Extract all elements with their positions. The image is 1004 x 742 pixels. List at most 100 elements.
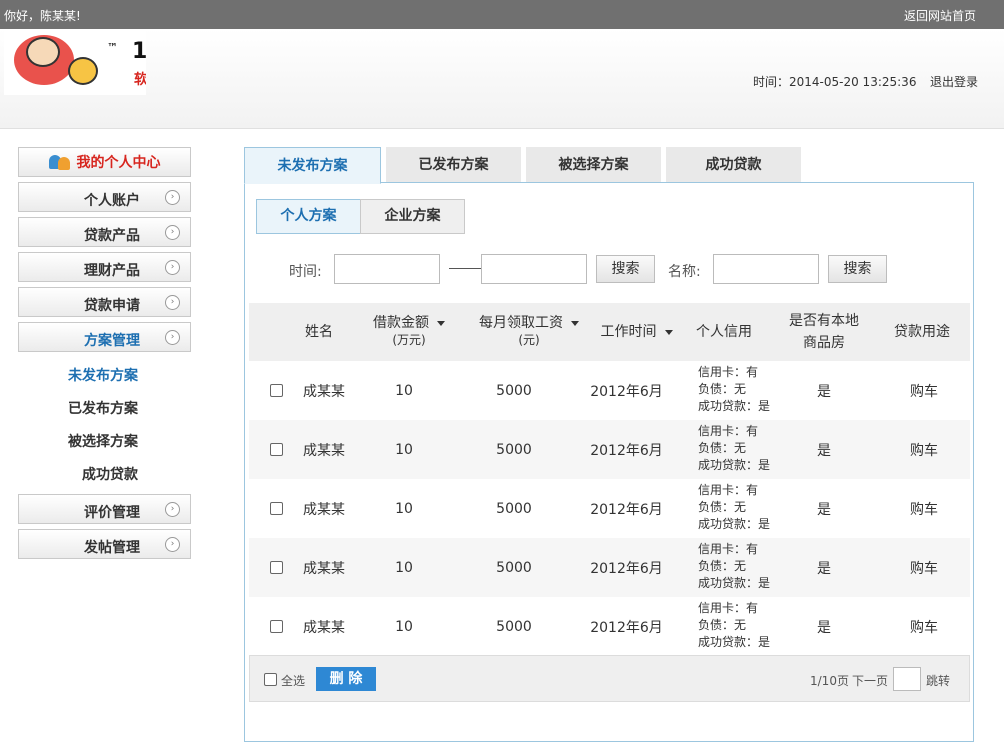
row-work-time: 2012年6月 [590,619,663,636]
row-purpose: 购车 [910,619,938,636]
row-salary: 5000 [496,559,532,576]
row-debt: 负债：无 [698,382,747,396]
table-row: 成某某 10 5000 2012年6月 信用卡：有 负债：无 成功贷款：是 是 … [249,420,970,479]
row-purpose: 购车 [910,383,938,400]
start-time-input[interactable] [334,254,440,284]
select-all-checkbox[interactable] [264,673,277,686]
header-amount[interactable]: 借款金额 (万元) [359,303,459,361]
back-to-home-link[interactable]: 返回网站首页 [904,7,976,24]
row-checkbox[interactable] [269,620,283,633]
row-amount: 10 [395,500,413,517]
tab-enterprise-plan[interactable]: 企业方案 [360,199,465,234]
table-row: 成某某 10 5000 2012年6月 信用卡：有 负债：无 成功贷款：是 是 … [249,597,970,656]
time-search-button[interactable]: 搜索 [596,255,655,283]
logo-trademark: ™ [107,41,118,54]
sidebar-subitem-success-loans[interactable]: 成功贷款 [18,456,191,489]
header-house-line1: 是否有本地 [789,313,859,329]
row-amount: 10 [395,559,413,576]
end-time-input[interactable] [481,254,587,284]
row-checkbox[interactable] [269,502,283,515]
sidebar-subitem-published[interactable]: 已发布方案 [18,390,191,423]
table-row: 成某某 10 5000 2012年6月 信用卡：有 负债：无 成功贷款：是 是 … [249,479,970,538]
row-salary: 5000 [496,382,532,399]
logout-link[interactable]: 退出登录 [930,73,978,90]
sidebar-item-review-management[interactable]: 评价管理 › [18,494,191,524]
row-checkbox[interactable] [269,443,283,456]
row-success: 成功贷款：是 [698,635,771,649]
select-all-label: 全选 [281,674,306,688]
row-credit-card: 信用卡：有 [698,542,759,556]
jump-button[interactable]: 跳转 [926,672,950,689]
sort-down-icon [664,329,673,335]
name-label: 名称: [668,264,701,280]
header-amount-label: 借款金额 [373,315,429,331]
sidebar-item-label: 个人账户 [84,193,140,209]
logo-cat-icon [68,57,98,85]
row-debt: 负债：无 [698,500,747,514]
name-search-button[interactable]: 搜索 [828,255,887,283]
row-amount: 10 [395,382,413,399]
row-house: 是 [817,501,831,518]
tab-published[interactable]: 已发布方案 [386,147,521,183]
sort-down-icon [437,320,445,326]
tab-selected[interactable]: 被选择方案 [526,147,661,183]
plans-table: 姓名 借款金额 (万元) 每月领取工资 (元) 工作时间 个人信用 是否有本地 … [249,303,970,656]
sidebar-item-loan-application[interactable]: 贷款申请 › [18,287,191,317]
row-credit: 信用卡：有 负债：无 成功贷款：是 [698,423,770,474]
row-work-time: 2012年6月 [590,383,663,400]
sidebar-subitem-selected[interactable]: 被选择方案 [18,423,191,456]
sidebar-item-loan-products[interactable]: 贷款产品 › [18,217,191,247]
tab-unpublished[interactable]: 未发布方案 [244,147,381,184]
row-success: 成功贷款：是 [698,458,771,472]
row-purpose: 购车 [910,501,938,518]
header-work-time[interactable]: 工作时间 [594,303,679,361]
sidebar-subitem-label: 成功贷款 [82,467,138,483]
header-credit: 个人信用 [696,323,752,340]
row-credit-card: 信用卡：有 [698,601,759,615]
header-purpose: 贷款用途 [894,323,950,340]
chevron-right-icon: › [165,502,180,517]
search-row: 时间: 搜索 名称: 搜索 [245,253,975,285]
name-input[interactable] [713,254,819,284]
row-debt: 负债：无 [698,559,747,573]
tab-personal-plan[interactable]: 个人方案 [256,199,361,234]
row-amount: 10 [395,441,413,458]
jump-page-input[interactable] [893,667,921,691]
tab-success-loans[interactable]: 成功贷款 [666,147,801,183]
sidebar-item-post-management[interactable]: 发帖管理 › [18,529,191,559]
sidebar-subitem-unpublished[interactable]: 未发布方案 [18,357,191,390]
row-success: 成功贷款：是 [698,517,771,531]
row-house: 是 [817,442,831,459]
row-work-time: 2012年6月 [590,442,663,459]
page-indicator: 1/10页 [810,674,849,688]
row-name: 成某某 [303,560,345,577]
chevron-right-icon: › [165,537,180,552]
row-credit-card: 信用卡：有 [698,424,759,438]
row-salary: 5000 [496,500,532,517]
row-salary: 5000 [496,441,532,458]
site-logo[interactable]: ™ 1 软 [4,29,146,95]
sidebar-item-label: 发帖管理 [84,540,140,556]
row-amount: 10 [395,618,413,635]
table-row: 成某某 10 5000 2012年6月 信用卡：有 负债：无 成功贷款：是 是 … [249,361,970,420]
sort-down-icon [571,320,579,326]
delete-button[interactable]: 删 除 [316,667,376,691]
sidebar: 我的个人中心 个人账户 › 贷款产品 › 理财产品 › 贷款申请 › 方案管理 … [18,147,191,564]
header: ™ 1 软 时间：2014-05-20 13:25:36 退出登录 [0,29,1004,129]
next-page-link[interactable]: 下一页 [852,672,888,689]
header-salary[interactable]: 每月领取工资 (元) [469,303,589,361]
row-checkbox[interactable] [269,561,283,574]
row-debt: 负债：无 [698,441,747,455]
row-name: 成某某 [303,619,345,636]
sidebar-title[interactable]: 我的个人中心 [18,147,191,177]
sidebar-item-wealth-products[interactable]: 理财产品 › [18,252,191,282]
logo-face-icon [26,37,60,67]
sidebar-subitem-label: 已发布方案 [68,401,138,417]
current-time: 时间：2014-05-20 13:25:36 [753,75,917,89]
logo-glyph: 1 [132,39,146,64]
sidebar-item-personal-account[interactable]: 个人账户 › [18,182,191,212]
sidebar-item-plan-management[interactable]: 方案管理 › [18,322,191,352]
header-salary-label: 每月领取工资 [479,315,563,331]
header-salary-unit: (元) [518,333,540,347]
row-checkbox[interactable] [269,384,283,397]
